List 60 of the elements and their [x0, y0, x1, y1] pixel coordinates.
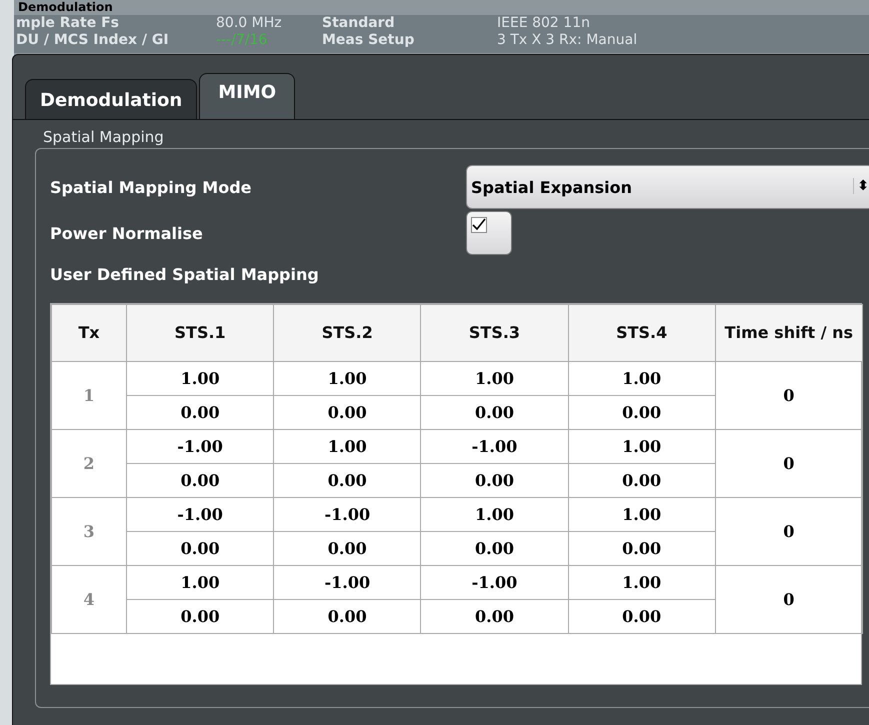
table-cell[interactable]: 0.00	[420, 532, 568, 566]
table-cell[interactable]: 1.00	[126, 566, 274, 600]
table-cell[interactable]: 0	[715, 498, 862, 566]
table-cell[interactable]: 0.00	[126, 600, 274, 634]
table-cell[interactable]: 0.00	[274, 396, 421, 430]
column-header: Tx	[52, 304, 126, 362]
tab[interactable]: Demodulation	[25, 79, 198, 119]
table-cell[interactable]: -1.00	[274, 566, 421, 600]
column-header: STS.2	[274, 304, 421, 362]
table-cell: 3	[52, 498, 126, 566]
header-text: IEEE 802 11n	[497, 15, 590, 31]
table-cell: 1	[52, 362, 126, 430]
header-text: Meas Setup	[322, 32, 414, 48]
checkmark-icon	[471, 217, 487, 233]
field-label: Spatial Mapping Mode	[50, 178, 252, 196]
column-header: Time shift / ns	[715, 304, 862, 362]
header-text: ---/7/16	[216, 32, 268, 48]
table-cell[interactable]: 1.00	[274, 362, 421, 396]
table-cell[interactable]: 1.00	[568, 566, 716, 600]
table-cell[interactable]: -1.00	[274, 498, 421, 532]
table-cell[interactable]: 0.00	[274, 600, 421, 634]
header-text: Standard	[322, 15, 395, 31]
power-normalise-checkbox[interactable]	[466, 211, 512, 255]
table-cell[interactable]: 0.00	[126, 532, 274, 566]
tab[interactable]: MIMO	[199, 73, 296, 119]
table-cell: 2	[52, 430, 126, 498]
table-cell[interactable]: 0.00	[420, 464, 568, 498]
table-cell[interactable]: 1.00	[126, 362, 274, 396]
table-cell[interactable]: 0.00	[420, 600, 568, 634]
header-text: mple Rate Fs	[16, 15, 119, 31]
table-cell[interactable]: 1.00	[274, 430, 421, 464]
header-text: 80.0 MHz	[216, 15, 282, 31]
section-label: User Defined Spatial Mapping	[50, 264, 320, 286]
column-header: STS.3	[420, 304, 568, 362]
group-title: Spatial Mapping	[43, 128, 165, 146]
dialog-title: Demodulation	[17, 0, 114, 15]
table-cell[interactable]: 0	[715, 566, 862, 634]
table-cell[interactable]: 1.00	[420, 498, 568, 532]
table-cell[interactable]: 1.00	[420, 362, 568, 396]
table-cell: 4	[52, 566, 126, 634]
table-cell[interactable]: -1.00	[420, 430, 568, 464]
table-cell[interactable]: -1.00	[126, 498, 274, 532]
table-cell[interactable]: 0	[715, 430, 862, 498]
header-text: 3 Tx X 3 Rx: Manual	[497, 32, 638, 48]
table-cell[interactable]: 0.00	[420, 396, 568, 430]
table-cell[interactable]: 0.00	[274, 532, 421, 566]
header-text: DU / MCS Index / GI	[16, 32, 169, 48]
table-cell[interactable]: -1.00	[420, 566, 568, 600]
mode-dropdown[interactable]: Spatial Expansion ⬍	[466, 165, 869, 209]
table-cell[interactable]: 1.00	[568, 362, 716, 396]
column-header: STS.4	[568, 304, 716, 362]
table-cell[interactable]: 0.00	[126, 464, 274, 498]
table-cell[interactable]: 1.00	[568, 498, 716, 532]
table-cell[interactable]: 0.00	[274, 464, 421, 498]
table-cell[interactable]: -1.00	[126, 430, 274, 464]
column-header: STS.1	[126, 304, 274, 362]
table-cell[interactable]: 0.00	[126, 396, 274, 430]
table-cell[interactable]: 1.00	[568, 430, 716, 464]
table-cell[interactable]: 0	[715, 362, 862, 430]
field-label: Power Normalise	[50, 224, 204, 242]
